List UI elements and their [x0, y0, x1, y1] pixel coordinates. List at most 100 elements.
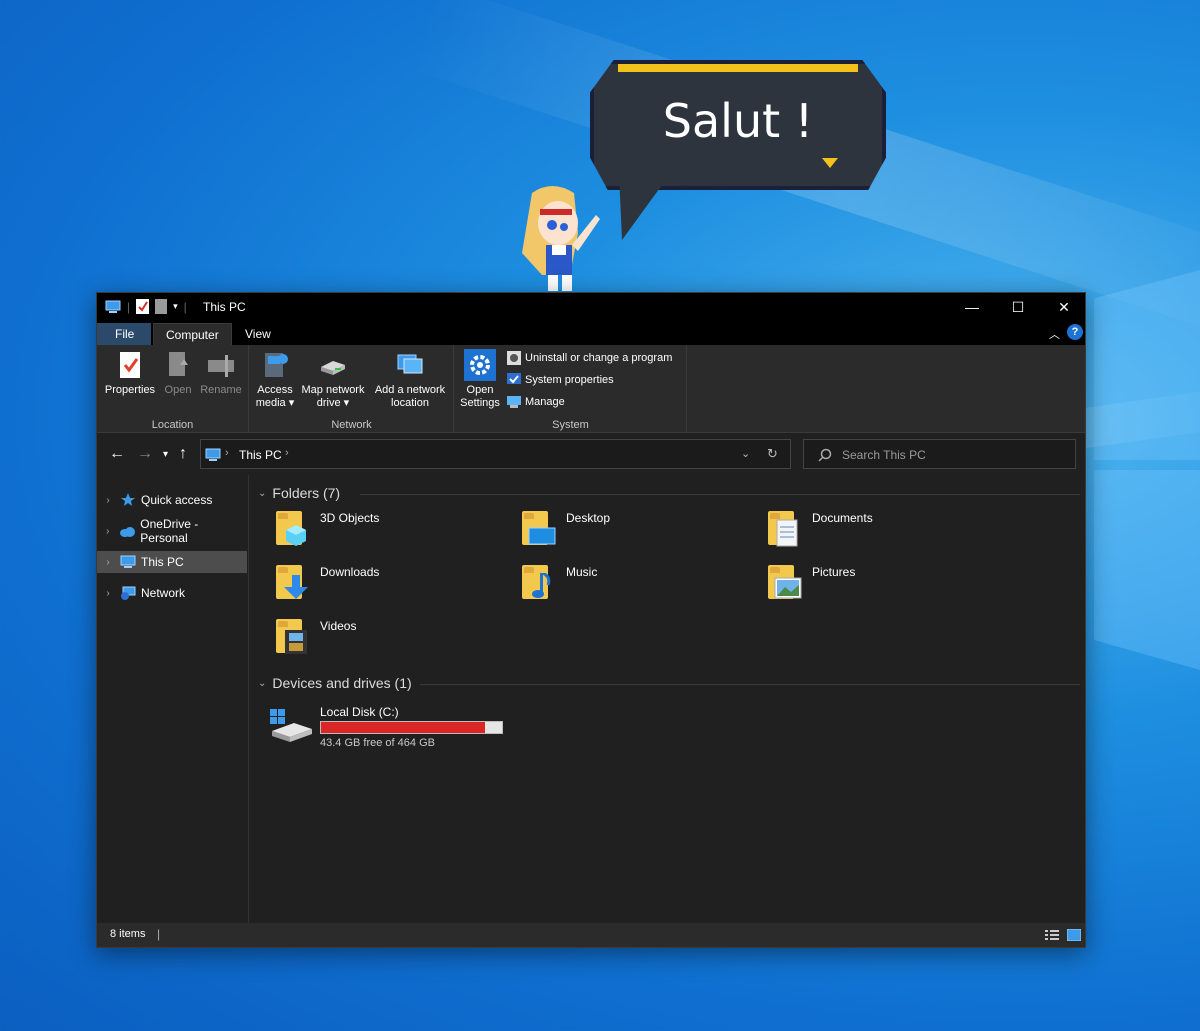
folder-3d-objects[interactable]: 3D Objects [272, 505, 512, 553]
navigation-pane: › Quick access › OneDrive - Personal › T… [97, 475, 249, 923]
folders-group-header[interactable]: ⌄ Folders (7) [258, 485, 340, 501]
3d-objects-folder-icon [272, 505, 316, 549]
title-bar[interactable]: | ▾ | This PC — ☐ ✕ [97, 293, 1085, 321]
new-folder-quick-icon[interactable] [155, 299, 168, 314]
nav-label: This PC [141, 555, 184, 569]
minimize-button[interactable]: — [949, 293, 995, 321]
network-icon [119, 586, 137, 600]
this-pc-icon [105, 300, 121, 313]
devices-header-label: Devices and drives (1) [272, 675, 412, 691]
ribbon-group-network: Access media ▾ Map network drive ▾ Add a… [250, 345, 454, 433]
folder-downloads[interactable]: Downloads [272, 559, 512, 607]
map-network-drive-button[interactable]: Map network drive ▾ [298, 349, 368, 410]
uninstall-program-label: Uninstall or change a program [525, 352, 673, 364]
expand-chevron-icon[interactable]: › [97, 526, 119, 537]
tab-computer[interactable]: Computer [153, 323, 232, 345]
folder-name: Pictures [812, 565, 856, 579]
downloads-folder-icon [272, 559, 316, 603]
devices-group-header[interactable]: ⌄ Devices and drives (1) [258, 675, 412, 691]
windows-logo-pane [1094, 270, 1200, 460]
drive-free-space: 43.4 GB free of 464 GB [320, 737, 435, 749]
collapse-ribbon-icon[interactable]: ︿ [1049, 326, 1060, 342]
item-count: 8 items [110, 928, 146, 940]
system-properties-button[interactable]: System properties [507, 373, 614, 387]
speech-bubble-bar [618, 64, 858, 72]
breadcrumb-this-pc[interactable]: This PC [239, 448, 282, 462]
map-network-drive-label: Map network [301, 384, 365, 396]
speech-bubble-text: Salut ! [662, 94, 814, 148]
system-properties-label: System properties [525, 374, 614, 386]
expand-chevron-icon[interactable]: › [97, 588, 119, 599]
folder-music[interactable]: Music [518, 559, 758, 607]
uninstall-program-button[interactable]: Uninstall or change a program [507, 351, 672, 365]
access-media-label: Access [257, 384, 293, 396]
address-history-icon[interactable]: ⌄ [741, 447, 750, 460]
nav-item-this-pc[interactable]: › This PC [97, 551, 247, 573]
recent-locations-icon[interactable]: ▾ [163, 449, 168, 460]
help-icon[interactable]: ? [1067, 324, 1083, 340]
ribbon-group-location: Properties Open Rename Location [97, 345, 249, 433]
folder-documents[interactable]: Documents [764, 505, 1004, 553]
nav-label: Network [141, 586, 186, 600]
breadcrumb-chevron-icon[interactable]: › [285, 447, 289, 459]
videos-folder-icon [272, 613, 316, 657]
map-network-drive-label-2: drive ▾ [316, 397, 350, 409]
search-box[interactable]: Search This PC [803, 439, 1076, 469]
rename-label: Rename [200, 384, 242, 396]
desktop-folder-icon [518, 505, 562, 549]
system-properties-icon [507, 373, 521, 384]
folder-name: Desktop [566, 511, 611, 525]
quick-access-toolbar: | ▾ | [105, 299, 187, 314]
large-icons-view-icon[interactable] [1067, 929, 1081, 941]
ribbon-tabs: File Computer View ︿ ? [97, 321, 1085, 345]
separator: | [127, 299, 131, 314]
tab-file[interactable]: File [97, 323, 151, 345]
nav-item-quick-access[interactable]: › Quick access [97, 489, 247, 511]
access-media-button[interactable]: Access media ▾ [254, 349, 296, 410]
open-button[interactable]: Open [159, 349, 197, 397]
open-icon [169, 352, 188, 376]
status-bar: 8 items | [97, 923, 1085, 947]
rename-button[interactable]: Rename [199, 349, 243, 397]
breadcrumb-chevron-icon[interactable]: › [225, 447, 229, 459]
status-separator: | [157, 927, 161, 941]
refresh-icon[interactable]: ↻ [767, 446, 778, 462]
properties-quick-icon[interactable] [136, 299, 150, 314]
properties-label: Properties [104, 384, 156, 396]
add-network-location-button[interactable]: Add a network location [370, 349, 450, 410]
windows-drive-icon [270, 709, 312, 742]
open-settings-button[interactable]: Open Settings [457, 349, 503, 410]
collapse-chevron-icon[interactable]: ⌄ [258, 488, 266, 499]
uninstall-icon [507, 351, 521, 365]
ribbon-group-label: System [552, 419, 589, 431]
address-bar[interactable]: › This PC › ⌄ ↻ [200, 439, 791, 469]
tab-view[interactable]: View [233, 323, 283, 345]
expand-chevron-icon[interactable]: › [97, 495, 119, 506]
ribbon: Properties Open Rename Location Access m… [97, 345, 1085, 433]
speech-bubble-tail [619, 185, 662, 240]
manage-button[interactable]: Manage [507, 395, 565, 409]
forward-arrow-icon[interactable]: → [137, 445, 153, 463]
nav-item-onedrive[interactable]: › OneDrive - Personal [97, 517, 247, 545]
folder-videos[interactable]: Videos [272, 613, 512, 661]
cloud-icon [119, 525, 137, 537]
customize-toolbar-icon[interactable]: ▾ [173, 301, 178, 312]
open-label: Open [164, 384, 192, 396]
explorer-window: | ▾ | This PC — ☐ ✕ File Computer View ︿… [96, 292, 1086, 948]
details-view-icon[interactable] [1045, 929, 1059, 941]
network-location-icon [397, 354, 423, 374]
close-button[interactable]: ✕ [1041, 293, 1087, 321]
folder-desktop[interactable]: Desktop [518, 505, 758, 553]
maximize-button[interactable]: ☐ [995, 293, 1041, 321]
drive-local-disk-c[interactable]: Local Disk (C:) 43.4 GB free of 464 GB [270, 703, 520, 749]
nav-item-network[interactable]: › Network [97, 582, 247, 604]
folder-name: Videos [320, 619, 357, 633]
continue-arrow-icon [822, 158, 838, 168]
collapse-chevron-icon[interactable]: ⌄ [258, 678, 266, 689]
folder-pictures[interactable]: Pictures [764, 559, 1004, 607]
expand-chevron-icon[interactable]: › [97, 557, 119, 568]
up-arrow-icon[interactable]: ↑ [179, 445, 187, 463]
properties-button[interactable]: Properties [103, 349, 157, 397]
back-arrow-icon[interactable]: ← [109, 445, 125, 463]
this-pc-icon [205, 448, 221, 461]
